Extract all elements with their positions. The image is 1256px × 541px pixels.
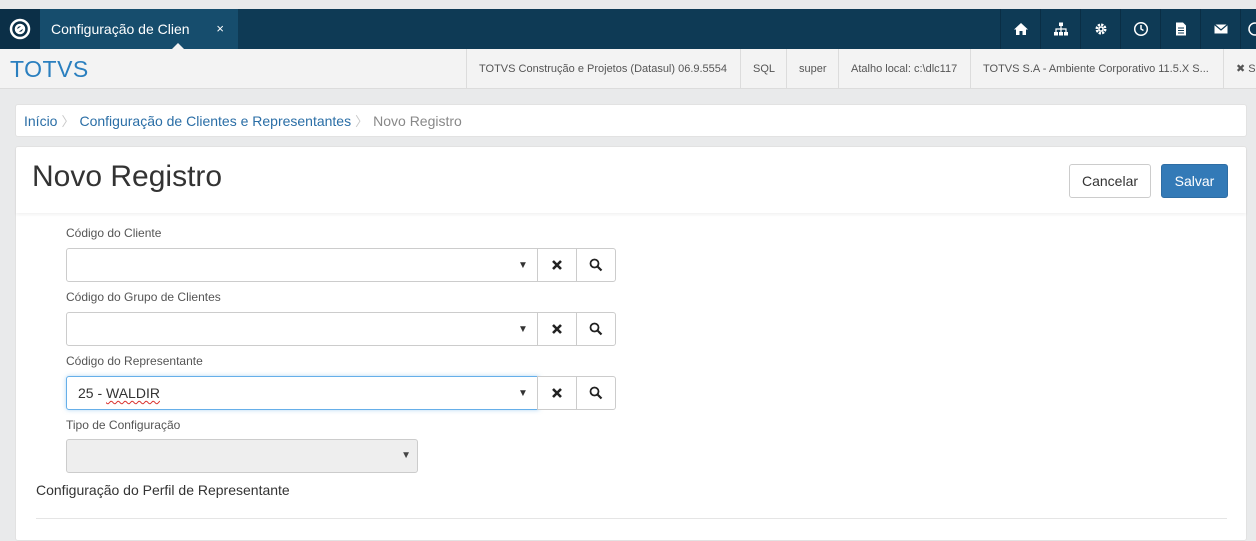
chevron-down-icon[interactable]: ▼ xyxy=(509,249,537,281)
tipo-configuracao-label: Tipo de Configuração xyxy=(66,418,181,432)
local-shortcut: Atalho local: c:\dlc117 xyxy=(838,49,970,88)
chevron-down-icon[interactable]: ▼ xyxy=(509,377,537,409)
search-button[interactable] xyxy=(576,248,616,282)
close-icon xyxy=(552,260,562,270)
document-icon[interactable] xyxy=(1160,9,1200,49)
breadcrumb-current: Novo Registro xyxy=(373,112,462,129)
section-title: Configuração do Perfil de Representante xyxy=(36,482,290,498)
search-icon xyxy=(589,322,603,336)
totvs-logo-icon xyxy=(9,18,31,40)
user-name: super xyxy=(786,49,838,88)
clear-button[interactable] xyxy=(537,312,577,346)
cancel-button[interactable]: Cancelar xyxy=(1069,164,1151,198)
codigo-grupo-lookup: ▼ xyxy=(66,312,616,346)
search-icon xyxy=(589,258,603,272)
close-icon xyxy=(552,324,562,334)
environment-name: TOTVS S.A - Ambiente Corporativo 11.5.X … xyxy=(970,49,1223,88)
search-icon xyxy=(589,386,603,400)
representante-code: 25 - xyxy=(78,385,107,401)
sitemap-icon[interactable] xyxy=(1040,9,1080,49)
page-title: Novo Registro xyxy=(32,160,223,193)
header-bar: TOTVS TOTVS Construção e Projetos (Datas… xyxy=(0,49,1256,89)
clear-button[interactable] xyxy=(537,248,577,282)
brand-logo: TOTVS xyxy=(10,56,89,82)
tab-label: Configuração de Clien xyxy=(51,21,190,37)
codigo-representante-lookup: 25 - WALDIR ▼ xyxy=(66,376,616,410)
clear-button[interactable] xyxy=(537,376,577,410)
panel-header: Novo Registro Cancelar Salvar xyxy=(16,147,1246,213)
breadcrumb-inicio[interactable]: Início xyxy=(24,113,57,129)
codigo-grupo-input[interactable] xyxy=(66,312,539,346)
clock-icon[interactable] xyxy=(1120,9,1160,49)
search-button[interactable] xyxy=(576,376,616,410)
breadcrumb-separator: 〉 xyxy=(61,114,75,129)
home-icon[interactable] xyxy=(1000,9,1040,49)
close-icon xyxy=(552,388,562,398)
breadcrumb-separator: 〉 xyxy=(355,114,369,129)
main-panel: Novo Registro Cancelar Salvar Código do … xyxy=(15,146,1247,541)
gear-icon[interactable] xyxy=(1080,9,1120,49)
codigo-cliente-label: Código do Cliente xyxy=(66,226,162,240)
tab-close-icon[interactable]: × xyxy=(216,21,224,36)
tipo-configuracao-select[interactable]: ▼ xyxy=(66,439,418,473)
chevron-down-icon: ▼ xyxy=(401,450,411,461)
breadcrumb: Início 〉 Configuração de Clientes e Repr… xyxy=(15,104,1247,137)
codigo-cliente-input[interactable] xyxy=(66,248,539,282)
breadcrumb-configuracao[interactable]: Configuração de Clientes e Representante… xyxy=(79,113,351,129)
representante-name: WALDIR xyxy=(106,385,160,401)
chevron-down-icon[interactable]: ▼ xyxy=(509,313,537,345)
top-navbar: Configuração de Clien × xyxy=(0,9,1256,49)
database-type: SQL xyxy=(740,49,786,88)
codigo-cliente-lookup: ▼ xyxy=(66,248,616,282)
user-icon[interactable] xyxy=(1240,9,1256,49)
section-divider xyxy=(36,518,1227,519)
totvs-logo-button[interactable] xyxy=(0,9,40,49)
codigo-representante-label: Código do Representante xyxy=(66,354,203,368)
codigo-grupo-label: Código do Grupo de Clientes xyxy=(66,290,221,304)
codigo-representante-input[interactable]: 25 - WALDIR xyxy=(66,376,539,410)
product-version: TOTVS Construção e Projetos (Datasul) 06… xyxy=(466,49,740,88)
extra-info[interactable]: ✖ S xyxy=(1223,49,1256,88)
toolbar-icons xyxy=(1000,9,1256,49)
search-button[interactable] xyxy=(576,312,616,346)
mail-icon[interactable] xyxy=(1200,9,1240,49)
tab-configuracao-clientes[interactable]: Configuração de Clien × xyxy=(40,9,238,49)
save-button[interactable]: Salvar xyxy=(1161,164,1228,198)
